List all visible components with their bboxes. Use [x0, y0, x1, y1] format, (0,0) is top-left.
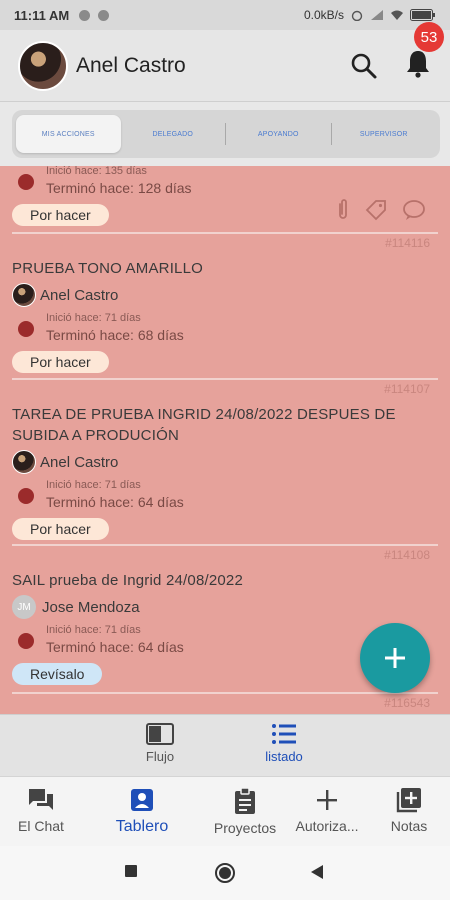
search-icon[interactable] — [350, 52, 378, 80]
card-divider — [12, 378, 438, 380]
nav-chat-label: El Chat — [18, 818, 64, 834]
comment-icon[interactable] — [402, 198, 426, 222]
task-id: #114107 — [384, 382, 430, 396]
plus-icon — [385, 648, 405, 668]
flow-view-label: Flujo — [145, 749, 175, 764]
system-navigation — [0, 846, 450, 900]
tag-icon[interactable] — [364, 198, 388, 222]
tab-apoyando[interactable]: APOYANDO — [226, 115, 331, 153]
assignee-avatar — [12, 450, 36, 474]
task-id: #116543 — [384, 696, 430, 710]
task-assignee: JM Jose Mendoza — [12, 595, 438, 619]
nav-tablero[interactable]: Tablero — [97, 787, 187, 836]
task-title: SAIL prueba de Ingrid 24/08/2022 — [12, 572, 244, 589]
notification-badge: 53 — [414, 22, 444, 52]
task-ended: Terminó hace: 68 días — [46, 327, 184, 343]
signal-icon — [371, 10, 383, 20]
task-started: Inició hace: 71 días — [46, 624, 141, 636]
user-avatar[interactable] — [18, 40, 68, 91]
task-title-line-2: SUBIDA A PRODUCIÓN — [12, 427, 179, 444]
plus-icon — [317, 790, 337, 810]
nav-notas[interactable]: Notas — [364, 787, 450, 834]
nav-autoriza-label: Autoriza... — [295, 818, 359, 834]
home-icon[interactable] — [214, 862, 236, 884]
list-view-button[interactable]: listado — [258, 723, 310, 764]
task-ended: Terminó hace: 64 días — [46, 639, 184, 655]
clipboard-icon — [235, 787, 255, 814]
card-divider — [12, 692, 438, 694]
network-speed: 0.0kB/s — [303, 8, 344, 22]
assignee-name: Anel Castro — [40, 286, 119, 304]
nav-chat[interactable]: El Chat — [0, 787, 86, 834]
add-note-icon — [396, 788, 421, 813]
chat-icon — [29, 789, 53, 810]
nav-notas-label: Notas — [390, 818, 428, 834]
task-assignee: Anel Castro — [12, 450, 438, 474]
task-title: PRUEBA TONO AMARILLO — [12, 260, 204, 277]
wifi-icon — [391, 10, 403, 20]
task-started: Inició hace: 71 días — [46, 479, 141, 491]
task-dates: Inició hace: 71 días Terminó hace: 68 dí… — [12, 311, 438, 345]
tab-mis-acciones[interactable]: MIS ACCIONES — [16, 115, 121, 153]
status-dot — [18, 174, 34, 190]
status-time: 11:11 AM — [14, 7, 70, 23]
flow-view-button[interactable]: Flujo — [140, 723, 180, 764]
bottom-navigation: El Chat Tablero Proyectos Autoriza... No… — [0, 776, 450, 846]
task-assignee: Anel Castro — [12, 283, 438, 307]
notifications-button[interactable]: 53 — [404, 22, 444, 83]
task-status[interactable]: Por hacer — [12, 204, 109, 226]
nav-tablero-label: Tablero — [115, 818, 169, 835]
nav-proyectos[interactable]: Proyectos — [200, 787, 290, 836]
task-dates: Inició hace: 135 días Terminó hace: 128 … — [12, 166, 438, 198]
list-icon — [272, 724, 296, 744]
header-actions: 53 — [350, 22, 444, 83]
notification-dot-icon — [98, 9, 110, 21]
kanban-icon — [146, 723, 174, 745]
task-card[interactable]: TAREA DE PRUEBA INGRID 24/08/2022 DESPUE… — [12, 404, 438, 540]
task-started: Inició hace: 71 días — [46, 312, 141, 324]
task-started: Inició hace: 135 días — [46, 166, 147, 177]
task-title-line-1: TAREA DE PRUEBA INGRID 24/08/2022 DESPUE… — [12, 406, 396, 423]
user-name: Anel Castro — [76, 53, 186, 77]
task-ended: Terminó hace: 128 días — [46, 180, 192, 196]
task-id: #114108 — [384, 548, 430, 562]
tab-supervisor[interactable]: SUPERVISOR — [332, 115, 437, 153]
list-view-label: listado — [265, 749, 303, 764]
task-status[interactable]: Por hacer — [12, 351, 109, 373]
recents-icon[interactable] — [124, 864, 138, 878]
alarm-icon — [351, 10, 363, 21]
task-card[interactable]: Inició hace: 135 días Terminó hace: 128 … — [12, 166, 438, 226]
view-toggle: Flujo listado — [0, 714, 450, 776]
status-right: 0.0kB/s — [304, 8, 436, 22]
assignee-name: Anel Castro — [40, 453, 119, 471]
notification-dot-icon — [79, 9, 91, 21]
assignee-avatar: JM — [12, 595, 36, 619]
add-task-button[interactable] — [360, 623, 430, 693]
nav-autoriza[interactable]: Autoriza... — [282, 787, 372, 834]
task-status[interactable]: Revísalo — [12, 663, 103, 685]
status-dot — [18, 488, 34, 504]
role-tabs: MIS ACCIONES DELEGADO APOYANDO SUPERVISO… — [12, 110, 440, 158]
card-divider — [12, 232, 438, 234]
task-id: #114116 — [385, 236, 430, 250]
status-dot — [18, 633, 34, 649]
back-icon[interactable] — [310, 864, 324, 880]
assignee-name: Jose Mendoza — [42, 598, 140, 616]
battery-icon — [410, 9, 435, 21]
status-dot — [18, 321, 34, 337]
status-bar: 11:11 AM 0.0kB/s — [0, 0, 450, 30]
assignee-avatar — [12, 283, 36, 307]
attachment-icon[interactable] — [336, 198, 350, 222]
task-card[interactable]: PRUEBA TONO AMARILLO Anel Castro Inició … — [12, 258, 438, 373]
app-header: Anel Castro 53 — [0, 22, 450, 102]
board-icon — [131, 789, 153, 811]
bell-icon — [407, 51, 429, 78]
nav-proyectos-label: Proyectos — [213, 820, 277, 836]
tab-delegado[interactable]: DELEGADO — [121, 115, 226, 153]
task-dates: Inició hace: 71 días Terminó hace: 64 dí… — [12, 478, 438, 512]
task-ended: Terminó hace: 64 días — [46, 494, 184, 510]
task-status[interactable]: Por hacer — [12, 518, 109, 540]
task-actions — [336, 198, 426, 222]
card-divider — [12, 544, 438, 546]
